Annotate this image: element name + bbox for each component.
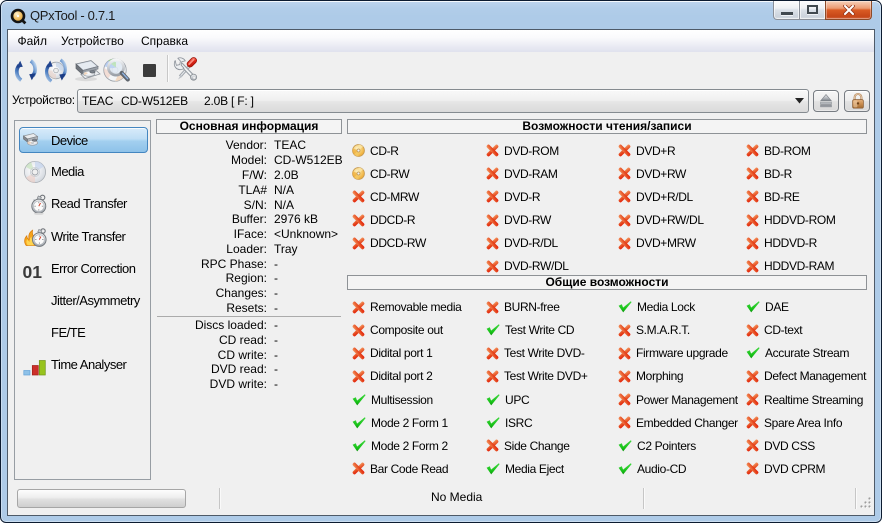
svg-text:01: 01 <box>23 262 42 281</box>
